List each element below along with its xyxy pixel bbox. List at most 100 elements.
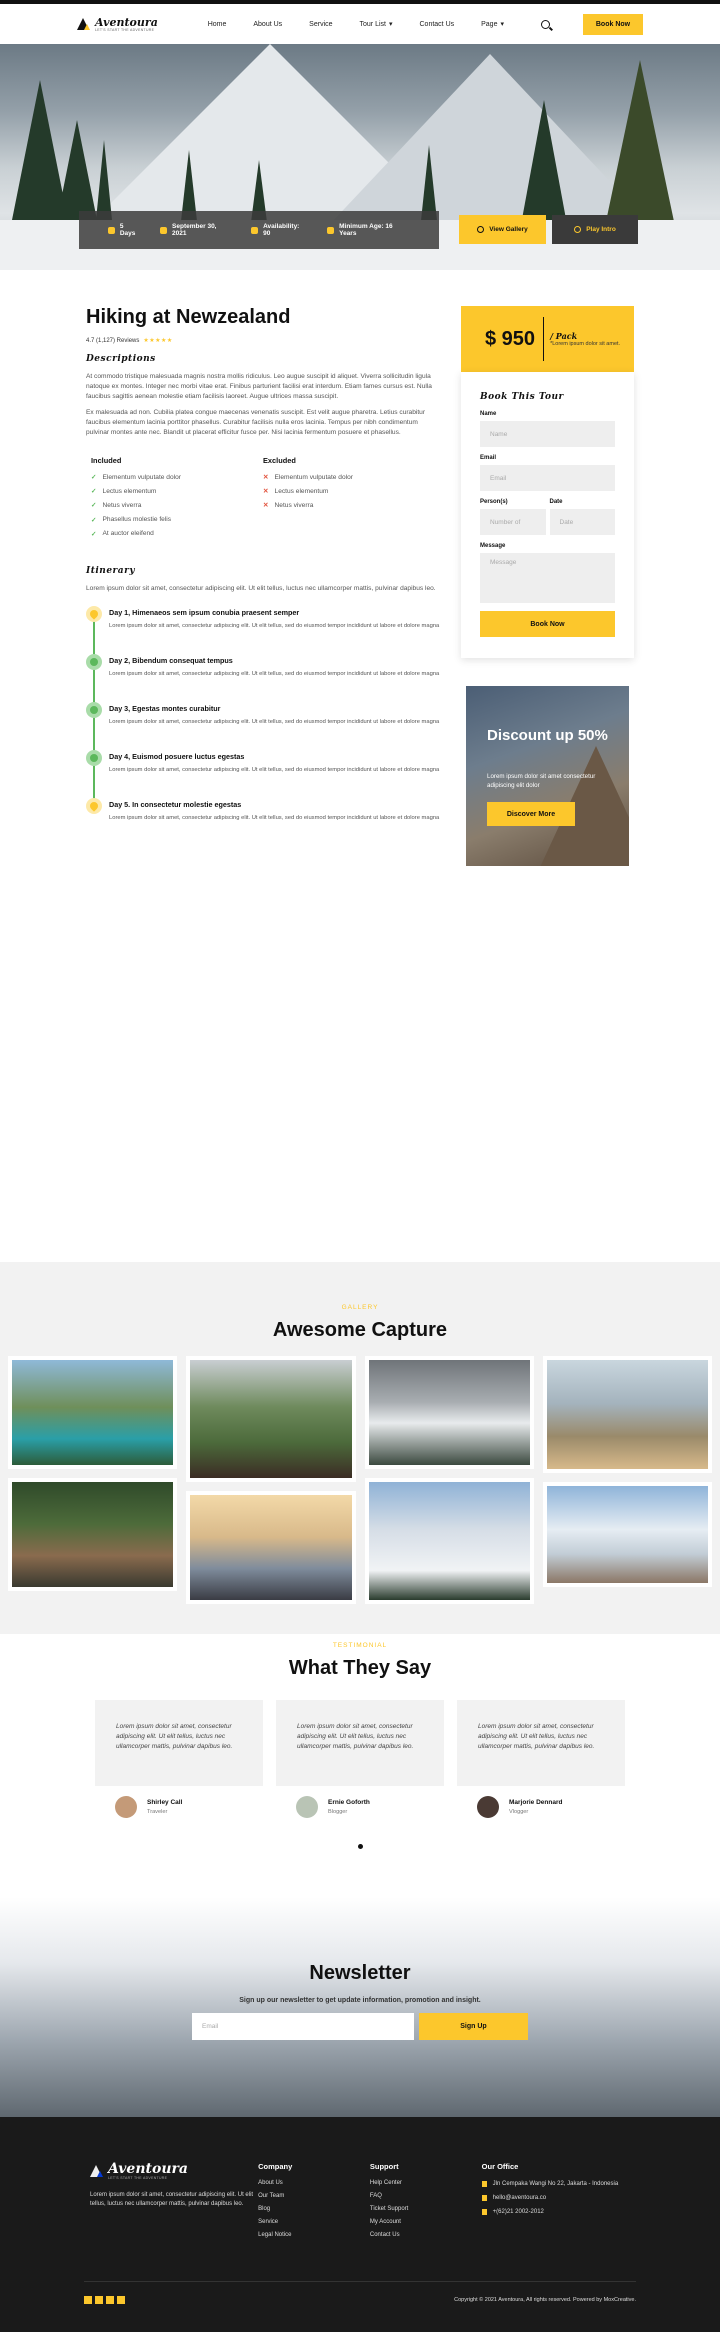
footer-link[interactable]: Help Center xyxy=(370,2180,482,2186)
testimonial-card: Lorem ipsum dolor sit amet, consectetur … xyxy=(95,1699,263,1828)
testimonial-role: Vlogger xyxy=(509,1808,529,1815)
header-book-now-button[interactable]: Book Now xyxy=(583,13,643,35)
name-field[interactable]: Name xyxy=(480,421,615,447)
testimonial-quote: Lorem ipsum dolor sit amet, consectetur … xyxy=(95,1699,263,1786)
persons-field[interactable]: Number of xyxy=(480,509,546,535)
promo-text: Lorem ipsum dolor sit amet consectetur a… xyxy=(487,773,596,789)
included-item: Phasellus molestie felis xyxy=(102,516,172,524)
footer-logo[interactable]: Aventoura LET'S START THE ADVENTURE xyxy=(90,2162,258,2180)
excluded-item: Netus viverra xyxy=(274,501,314,509)
nav-contact[interactable]: Contact Us xyxy=(420,21,455,28)
gallery-photo[interactable] xyxy=(542,1355,712,1473)
footer-link[interactable]: About Us xyxy=(258,2180,370,2186)
check-icon: ✓ xyxy=(91,516,97,524)
footer-link[interactable]: Contact Us xyxy=(370,2232,482,2238)
avatar xyxy=(296,1795,318,1818)
footer-support: Support Help Center FAQ Ticket Support M… xyxy=(370,2162,482,2245)
office-address: Jln Cempaka Wangi No 22, Jakarta - Indon… xyxy=(492,2180,619,2187)
map-pin-icon xyxy=(481,2180,487,2187)
day-title: Day 3, Egestas montes curabitur xyxy=(109,703,221,713)
close-icon: ✕ xyxy=(263,488,269,496)
footer-heading: Our Office xyxy=(481,2161,519,2171)
play-intro-label: Play Intro xyxy=(586,226,616,233)
gallery-grid xyxy=(0,1355,720,1604)
tour-info-bar: 5 Days September 30, 2021 Availability: … xyxy=(79,211,439,249)
newsletter-section: Newsletter Sign up our newsletter to get… xyxy=(0,1896,720,2117)
testimonial-card: Lorem ipsum dolor sit amet, consectetur … xyxy=(276,1699,444,1828)
footer-office: Our Office Jln Cempaka Wangi No 22, Jaka… xyxy=(481,2161,630,2245)
dot-icon xyxy=(86,701,102,718)
booking-sidebar: $ 950 / Pack *Lorem ipsum dolor sit amet.… xyxy=(461,306,634,866)
close-icon: ✕ xyxy=(263,502,269,510)
carousel-dot[interactable] xyxy=(357,1843,363,1849)
testimonial-title: What They Say xyxy=(288,1656,432,1679)
site-header: Aventoura LET'S START THE ADVENTURE Home … xyxy=(0,4,720,44)
newsletter-email-input[interactable]: Email xyxy=(192,2012,414,2040)
gallery-photo[interactable] xyxy=(8,1477,178,1591)
footer-link[interactable]: Legal Notice xyxy=(258,2232,370,2238)
itinerary-day: Day 2, Bibendum consequat tempus Lorem ip… xyxy=(86,653,441,692)
email-label: Email xyxy=(480,455,497,461)
nav-about[interactable]: About Us xyxy=(253,21,282,28)
included-item: Elementum vulputate dolor xyxy=(102,473,181,481)
tour-availability: Availability: 90 xyxy=(263,223,300,237)
dot-icon xyxy=(86,749,102,766)
included-item: At auctor eleifend xyxy=(102,530,154,538)
gallery-photo[interactable] xyxy=(186,1490,356,1604)
email-field[interactable]: Email xyxy=(480,465,615,491)
nav-home[interactable]: Home xyxy=(208,21,227,28)
office-email[interactable]: hello@aventoura.co xyxy=(493,2194,546,2202)
tour-content: Hiking at Newzealand 4.7 (1,127) Reviews… xyxy=(86,306,441,846)
sign-up-button[interactable]: Sign Up xyxy=(419,2012,528,2040)
gallery-photo[interactable] xyxy=(542,1481,712,1587)
message-field[interactable]: Message xyxy=(480,553,615,603)
check-icon: ✓ xyxy=(91,502,97,510)
brand-name: Aventoura xyxy=(95,15,158,29)
gallery-photo[interactable] xyxy=(364,1477,534,1604)
view-gallery-button[interactable]: View Gallery xyxy=(459,215,546,244)
date-field[interactable]: Date xyxy=(549,509,615,535)
day-title: Day 1, Himenaeos sem ipsum conubia praes… xyxy=(109,607,300,617)
day-title: Day 5. In consectetur molestie egestas xyxy=(109,799,242,809)
check-icon: ✓ xyxy=(91,488,97,496)
footer-link[interactable]: Ticket Support xyxy=(370,2206,482,2212)
facebook-icon[interactable] xyxy=(84,2295,92,2304)
map-pin-icon xyxy=(86,797,102,814)
footer-link[interactable]: My Account xyxy=(370,2219,482,2225)
itinerary-day: Day 1, Himenaeos sem ipsum conubia praes… xyxy=(86,605,441,644)
site-footer: Aventoura LET'S START THE ADVENTURE Lorem… xyxy=(0,2116,720,2332)
gallery-photo[interactable] xyxy=(8,1355,178,1469)
gallery-photo[interactable] xyxy=(186,1355,356,1482)
book-now-button[interactable]: Book Now xyxy=(480,611,615,637)
youtube-icon[interactable] xyxy=(117,2295,125,2304)
close-icon: ✕ xyxy=(263,474,269,481)
play-intro-button[interactable]: Play Intro xyxy=(552,215,638,244)
nav-page[interactable]: Page ▾ xyxy=(481,20,504,29)
footer-link[interactable]: FAQ xyxy=(370,2193,482,2199)
nav-service[interactable]: Service xyxy=(309,21,332,28)
search-icon[interactable] xyxy=(541,19,550,29)
discount-promo: Discount up 50% Lorem ipsum dolor sit am… xyxy=(466,686,629,866)
twitter-icon[interactable] xyxy=(106,2295,114,2304)
booking-form-title: Book This Tour xyxy=(480,392,564,402)
hero-banner: 5 Days September 30, 2021 Availability: … xyxy=(0,44,720,270)
list-item: ✓ Phasellus molestie felis xyxy=(91,516,263,524)
excluded-list: Excluded ✕ Elementum vulputate dolor ✕ Lec… xyxy=(263,456,435,544)
footer-link[interactable]: Service xyxy=(258,2219,370,2225)
testimonial-role: Blogger xyxy=(328,1808,348,1815)
mail-icon xyxy=(481,2194,487,2201)
footer-heading: Support xyxy=(369,2161,399,2171)
user-check-icon xyxy=(327,226,335,234)
gallery-title: Awesome Capture xyxy=(272,1318,448,1341)
clock-icon xyxy=(108,226,115,234)
discover-more-button[interactable]: Discover More xyxy=(487,802,575,826)
footer-link[interactable]: Our Team xyxy=(258,2193,370,2199)
gallery-photo[interactable] xyxy=(364,1355,534,1469)
itinerary-day: Day 4, Euismod posuere luctus egestas Lor… xyxy=(86,749,441,788)
instagram-icon[interactable] xyxy=(95,2295,103,2304)
footer-link[interactable]: Blog xyxy=(258,2206,370,2212)
brand-logo[interactable]: Aventoura LET'S START THE ADVENTURE xyxy=(77,17,158,32)
nav-tour-list[interactable]: Tour List ▾ xyxy=(360,20,393,29)
avatar xyxy=(115,1795,137,1818)
newsletter-text: Sign up our newsletter to get update inf… xyxy=(239,1996,481,2004)
